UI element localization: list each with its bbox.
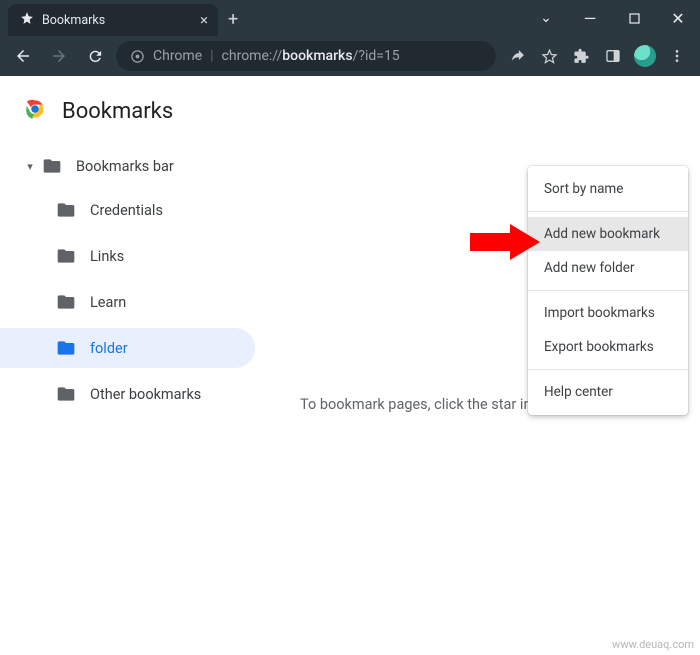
folder-icon xyxy=(56,246,76,266)
tab-title: Bookmarks xyxy=(42,13,105,28)
reload-button[interactable] xyxy=(80,41,110,71)
maximize-button[interactable] xyxy=(612,0,656,36)
forward-button[interactable] xyxy=(44,41,74,71)
tree-item-label: Bookmarks bar xyxy=(76,158,174,175)
tree-item-label: Credentials xyxy=(90,202,163,219)
menu-item[interactable]: Import bookmarks xyxy=(528,296,688,330)
chrome-logo-icon xyxy=(22,96,48,126)
new-tab-button[interactable]: + xyxy=(228,9,238,30)
folder-icon xyxy=(56,292,76,312)
tree-item[interactable]: Links xyxy=(0,236,255,276)
back-button[interactable] xyxy=(8,41,38,71)
share-button[interactable] xyxy=(502,41,532,71)
folder-icon xyxy=(56,384,76,404)
window-controls: ⌄ — ✕ xyxy=(524,0,700,36)
page-title: Bookmarks xyxy=(62,99,173,124)
chrome-menu-button[interactable] xyxy=(662,41,692,71)
tab-close-button[interactable]: × xyxy=(200,13,208,28)
page-header: Bookmarks xyxy=(0,76,700,138)
star-icon xyxy=(20,11,34,29)
tree-item[interactable]: Other bookmarks xyxy=(0,374,255,414)
address-bar[interactable]: Chrome | chrome://bookmarks/?id=15 xyxy=(116,41,496,71)
window-titlebar: Bookmarks × + ⌄ — ✕ xyxy=(0,0,700,36)
folder-icon xyxy=(42,156,62,176)
watermark-text: www.deuaq.com xyxy=(612,638,694,651)
menu-separator xyxy=(528,369,688,370)
profile-avatar[interactable] xyxy=(630,41,660,71)
site-info-icon[interactable] xyxy=(130,49,145,64)
minimize-button[interactable]: — xyxy=(568,0,612,36)
url-prefix: Chrome xyxy=(153,48,202,64)
tree-item[interactable]: Credentials xyxy=(0,190,255,230)
bookmark-star-button[interactable] xyxy=(534,41,564,71)
tree-item-label: Learn xyxy=(90,294,126,311)
menu-item[interactable]: Help center xyxy=(528,375,688,409)
browser-tab[interactable]: Bookmarks × xyxy=(8,4,218,36)
tree-item[interactable]: ▾ Bookmarks bar xyxy=(0,146,255,186)
tree-item[interactable]: Learn xyxy=(0,282,255,322)
menu-item[interactable]: Export bookmarks xyxy=(528,330,688,364)
url-text: chrome://bookmarks/?id=15 xyxy=(222,48,400,64)
folder-icon xyxy=(56,338,76,358)
tree-item-label: Links xyxy=(90,248,124,265)
tree-item-label: folder xyxy=(90,340,128,357)
search-tabs-button[interactable]: ⌄ xyxy=(524,0,568,36)
expand-icon[interactable]: ▾ xyxy=(18,160,42,173)
menu-item[interactable]: Add new folder xyxy=(528,251,688,285)
extensions-button[interactable] xyxy=(566,41,596,71)
bookmarks-page: Bookmarks ▾ Bookmarks bar Credentials Links… xyxy=(0,76,700,655)
window-close-button[interactable]: ✕ xyxy=(656,0,700,36)
tree-item[interactable]: folder xyxy=(0,328,255,368)
menu-item[interactable]: Add new bookmark xyxy=(528,217,688,251)
context-menu: Sort by name Add new bookmarkAdd new fold… xyxy=(528,166,688,415)
sidepanel-button[interactable] xyxy=(598,41,628,71)
menu-separator xyxy=(528,211,688,212)
toolbar-right-icons xyxy=(502,41,692,71)
menu-item[interactable]: Sort by name xyxy=(528,172,688,206)
tree-item-label: Other bookmarks xyxy=(90,386,201,403)
browser-toolbar: Chrome | chrome://bookmarks/?id=15 xyxy=(0,36,700,76)
folder-icon xyxy=(56,200,76,220)
menu-separator xyxy=(528,290,688,291)
